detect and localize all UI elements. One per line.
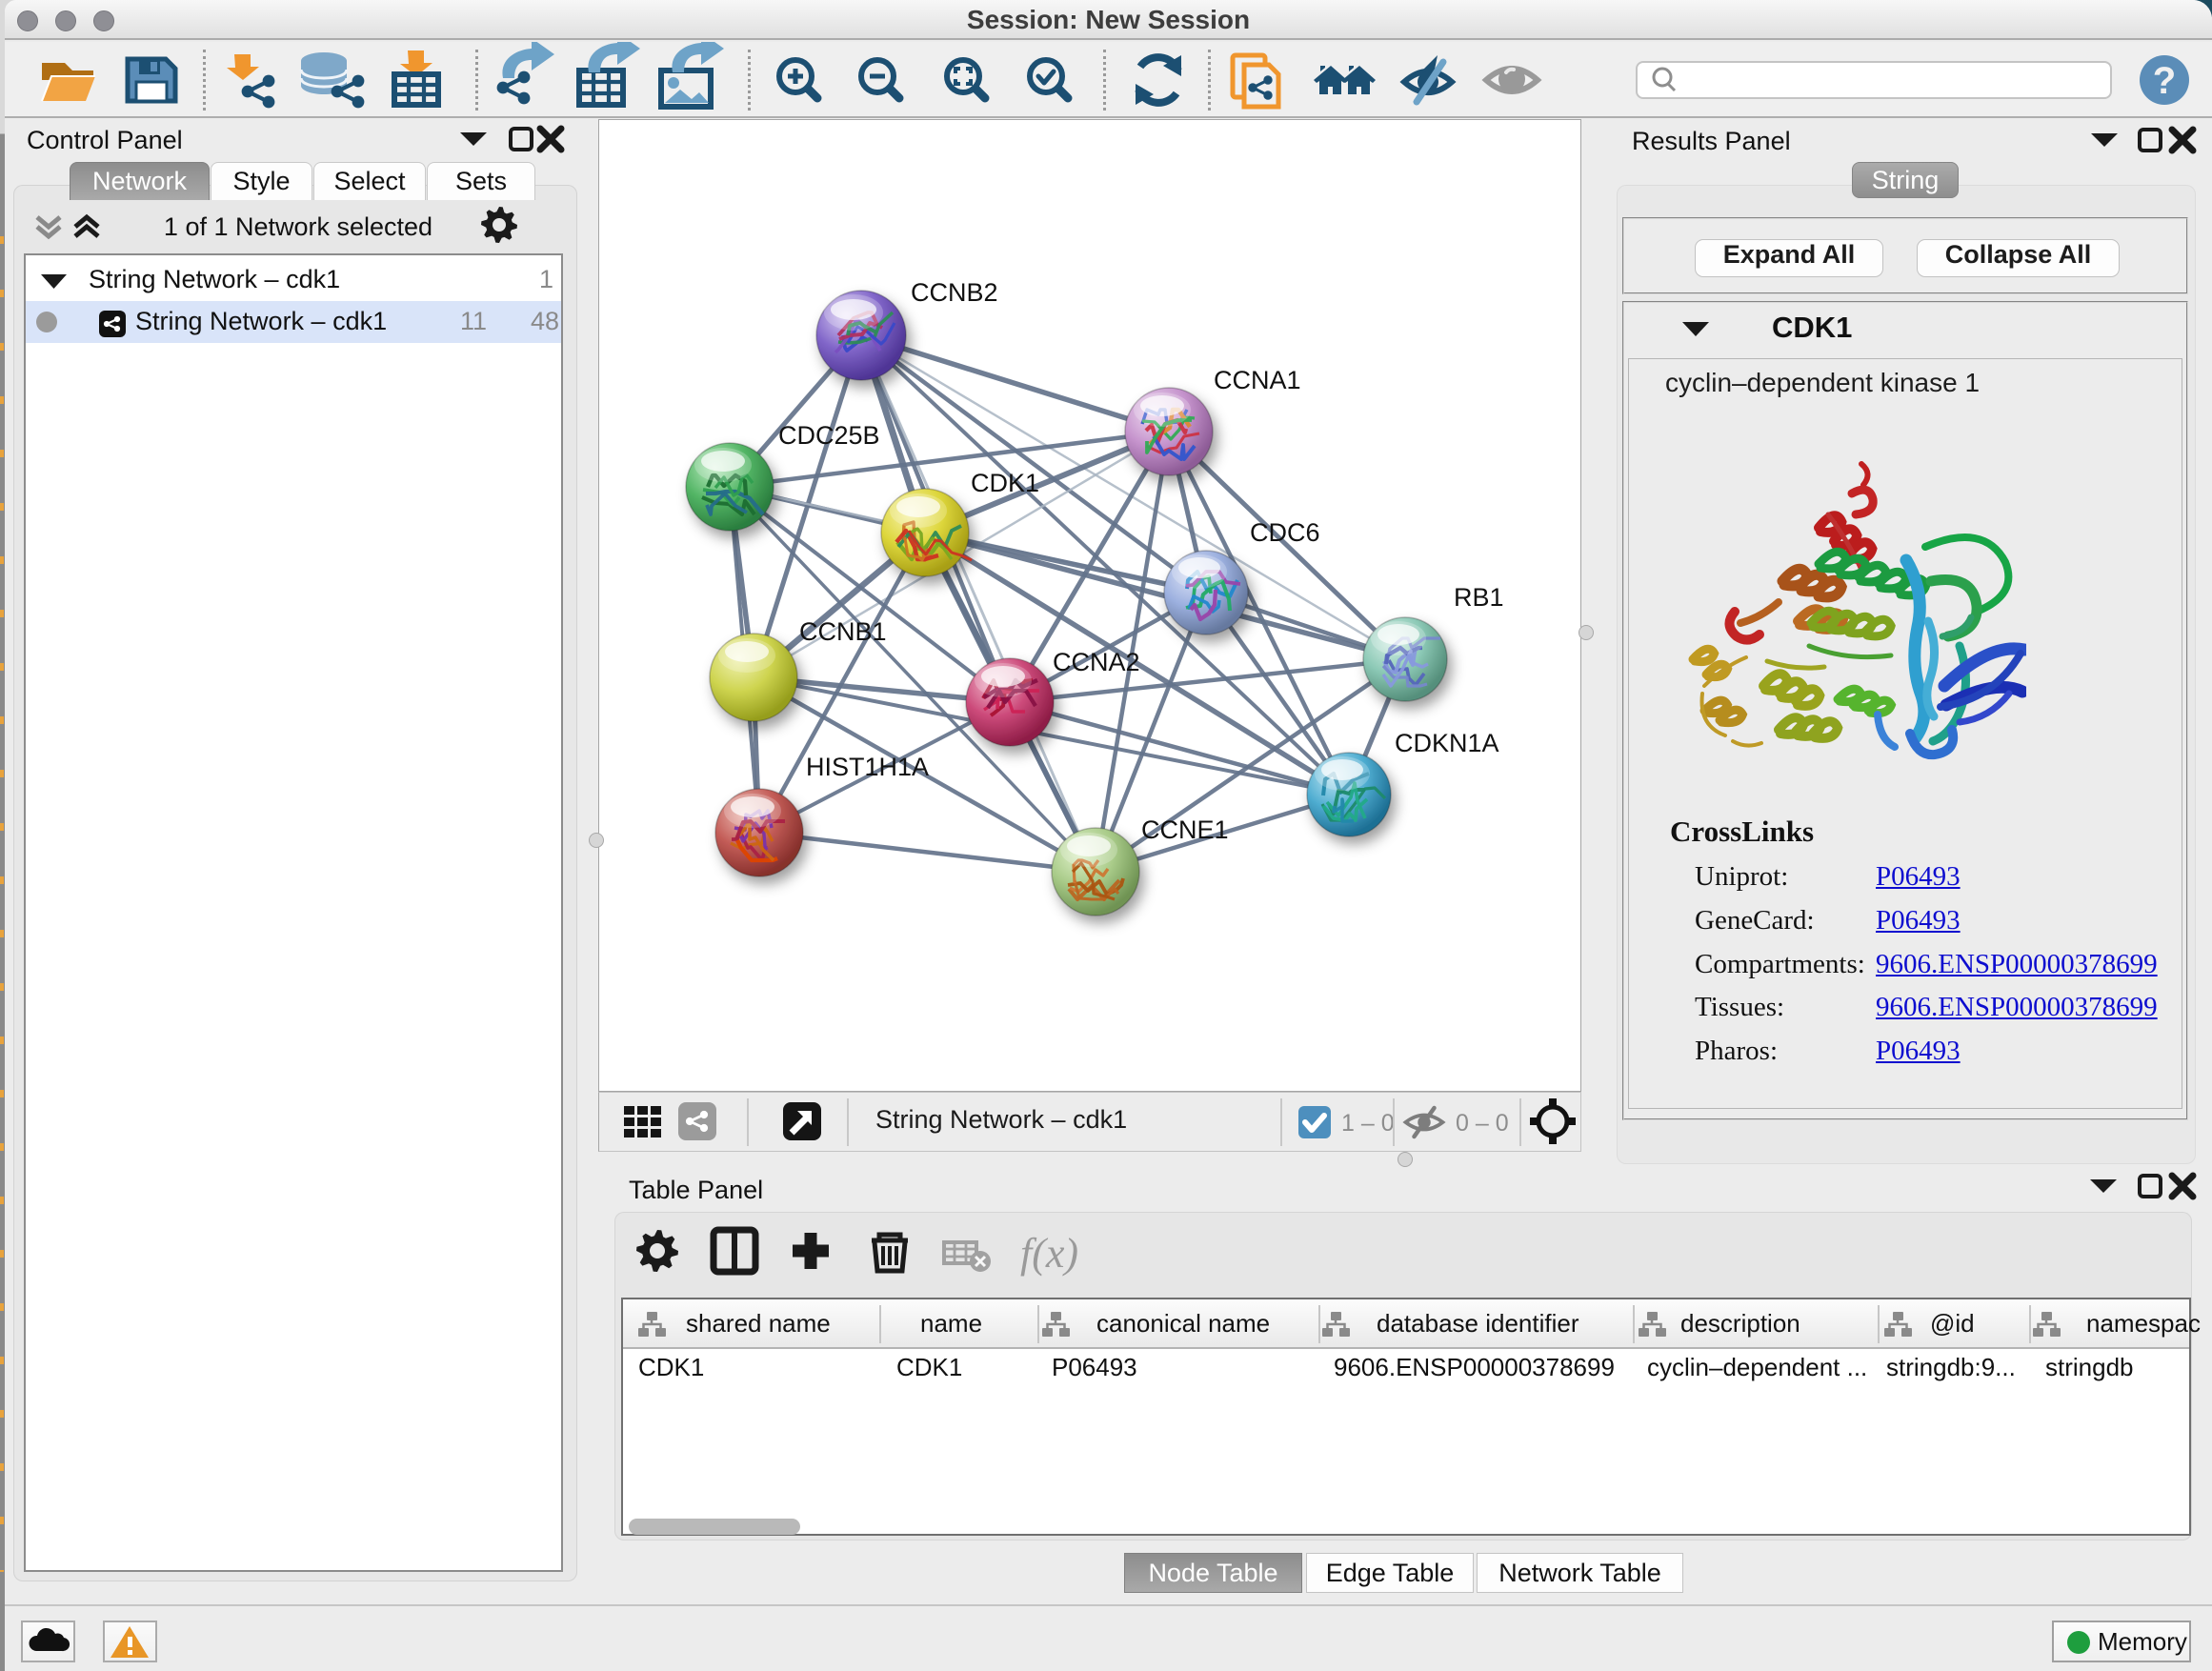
svg-text:CCNB2: CCNB2	[911, 278, 998, 307]
svg-text:CCNA2: CCNA2	[1053, 648, 1140, 676]
svg-text:HIST1H1A: HIST1H1A	[806, 753, 929, 781]
svg-text:RB1: RB1	[1454, 583, 1504, 612]
svg-text:CDK1: CDK1	[971, 469, 1039, 497]
svg-text:CCNB1: CCNB1	[799, 617, 887, 646]
svg-text:f(x): f(x)	[1020, 1230, 1078, 1277]
svg-text:CDC6: CDC6	[1250, 518, 1320, 547]
svg-text:CCNE1: CCNE1	[1141, 815, 1229, 844]
svg-text:CDC25B: CDC25B	[778, 421, 880, 450]
svg-text:?: ?	[2153, 60, 2176, 102]
svg-text:CCNA1: CCNA1	[1214, 366, 1301, 394]
svg-text:CDKN1A: CDKN1A	[1395, 729, 1499, 757]
